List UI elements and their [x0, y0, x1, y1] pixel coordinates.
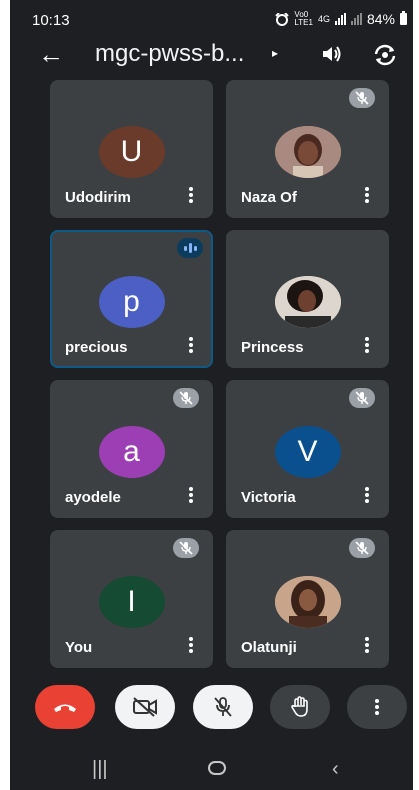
more-vert-icon[interactable]: [188, 637, 194, 657]
participant-photo: [274, 276, 341, 328]
mic-off-icon: [214, 697, 232, 717]
more-options-button[interactable]: [347, 685, 407, 729]
back-nav-icon[interactable]: ‹: [332, 758, 339, 781]
status-time: 10:13: [32, 12, 70, 29]
participant-tile[interactable]: Naza Of: [226, 80, 389, 218]
title-caret-icon[interactable]: ▸: [272, 46, 278, 60]
participant-avatar: U: [98, 126, 165, 178]
back-arrow-icon[interactable]: ←: [38, 40, 64, 68]
participant-avatar: V: [274, 426, 341, 478]
volte-indicator: Vo0 LTE1: [294, 10, 313, 27]
more-vert-icon[interactable]: [188, 337, 194, 357]
mic-off-icon: [349, 538, 375, 558]
participant-photo: [274, 126, 341, 178]
participant-name: precious: [65, 339, 128, 356]
phone-screen: 10:13 Vo0 LTE1 4G 84% ← mgc-pwss-b... ▸: [10, 0, 413, 790]
home-icon[interactable]: [208, 758, 226, 781]
more-vert-icon[interactable]: [364, 337, 370, 357]
recent-apps-icon[interactable]: |||: [92, 758, 108, 781]
participant-tile[interactable]: I You: [50, 530, 213, 668]
battery-percent: 84%: [366, 11, 395, 27]
participant-tile[interactable]: a ayodele: [50, 380, 213, 518]
camera-off-icon: [133, 697, 157, 717]
camera-switch-icon[interactable]: [372, 42, 398, 68]
end-call-icon: [54, 704, 76, 712]
more-vert-icon[interactable]: [364, 187, 370, 207]
network-type: 4G: [317, 14, 330, 24]
participant-name: Victoria: [241, 489, 296, 506]
mic-off-icon: [349, 388, 375, 408]
participant-tile[interactable]: V Victoria: [226, 380, 389, 518]
more-vert-icon[interactable]: [364, 487, 370, 507]
more-vert-icon[interactable]: [188, 187, 194, 207]
participant-avatar: I: [98, 576, 165, 628]
signal-icon-1: [334, 13, 346, 25]
participant-name: Udodirim: [65, 189, 131, 206]
participant-name: Princess: [241, 339, 304, 356]
participant-avatar: p: [98, 276, 165, 328]
participant-avatar: a: [98, 426, 165, 478]
raise-hand-icon: [291, 696, 308, 717]
alarm-icon: [275, 12, 290, 26]
more-vert-icon[interactable]: [364, 637, 370, 657]
mic-off-icon: [173, 538, 199, 558]
more-vert-icon[interactable]: [188, 487, 194, 507]
call-controls: [10, 685, 413, 737]
microphone-button[interactable]: [193, 685, 253, 729]
camera-off-button[interactable]: [115, 685, 175, 729]
participant-photo: [274, 576, 341, 628]
participant-name: ayodele: [65, 489, 121, 506]
raise-hand-button[interactable]: [270, 685, 330, 729]
mic-off-icon: [349, 88, 375, 108]
mic-off-icon: [173, 388, 199, 408]
signal-icon-2: [350, 13, 362, 25]
participant-tile[interactable]: U Udodirim: [50, 80, 213, 218]
meeting-title[interactable]: mgc-pwss-b...: [95, 40, 244, 68]
battery-icon: [400, 11, 407, 25]
system-nav-bar: ||| ‹: [10, 752, 413, 790]
participant-tile[interactable]: Olatunji: [226, 530, 389, 668]
speaker-icon[interactable]: [320, 42, 344, 66]
participant-name: Olatunji: [241, 639, 297, 656]
app-bar: ← mgc-pwss-b... ▸: [10, 36, 413, 76]
participant-name: Naza Of: [241, 189, 297, 206]
status-bar: 10:13 Vo0 LTE1 4G 84%: [10, 0, 413, 36]
participant-name: You: [65, 639, 93, 656]
participant-tile[interactable]: p precious: [50, 230, 213, 368]
end-call-button[interactable]: [35, 685, 95, 729]
speaking-indicator-icon: [177, 238, 203, 258]
status-icons: Vo0 LTE1 4G 84%: [275, 11, 407, 27]
participant-tile[interactable]: Princess: [226, 230, 389, 368]
more-vert-icon: [375, 699, 379, 715]
